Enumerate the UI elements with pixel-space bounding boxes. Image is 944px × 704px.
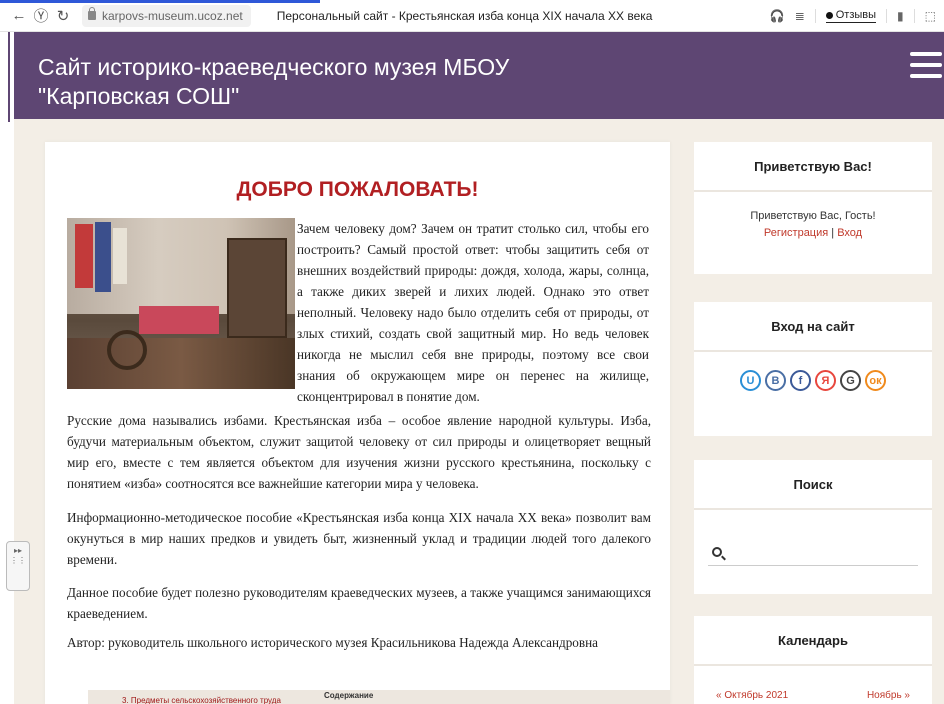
reload-icon[interactable]: ↻ bbox=[52, 7, 74, 25]
search-block: Поиск bbox=[694, 460, 932, 594]
lock-icon bbox=[88, 7, 96, 20]
bookmark-icon[interactable]: ▮ bbox=[897, 9, 904, 23]
left-edge bbox=[0, 32, 14, 704]
back-icon[interactable]: ← bbox=[8, 7, 30, 24]
address-bar[interactable]: karpovs-museum.ucoz.net bbox=[82, 4, 251, 27]
tab-title: Персональный сайт - Крестьянская изба ко… bbox=[276, 8, 653, 23]
odnoklassniki-icon[interactable]: ок bbox=[865, 370, 886, 391]
greeting-title: Приветствую Вас! bbox=[694, 142, 932, 192]
login-link[interactable]: Вход bbox=[837, 227, 862, 239]
link-divider: | bbox=[831, 227, 835, 239]
ucoz-icon[interactable]: U bbox=[740, 370, 761, 391]
reviews-label: Отзывы bbox=[835, 9, 877, 21]
headphones-icon[interactable]: 🎧 bbox=[770, 9, 785, 23]
search-icon[interactable] bbox=[712, 546, 722, 557]
extensions-icon[interactable]: ⬚ bbox=[925, 9, 936, 23]
calendar-prev[interactable]: « Октябрь 2021 bbox=[716, 690, 788, 701]
paragraph-author: Автор: руководитель школьного историческ… bbox=[67, 635, 599, 650]
reviews-icon bbox=[825, 12, 833, 19]
intro-paragraph: Зачем человеку дом? Зачем он тратит стол… bbox=[297, 221, 649, 404]
yandex-login-icon[interactable]: Я bbox=[815, 370, 836, 391]
facebook-icon[interactable]: f bbox=[790, 370, 811, 391]
google-icon[interactable]: G bbox=[840, 370, 861, 391]
contents-overlay: Содержание 3. Предметы сельскохозяйствен… bbox=[88, 690, 670, 704]
paragraph-audience: Данное пособие будет полезно руководител… bbox=[67, 585, 651, 621]
greeting-block: Приветствую Вас! Приветствую Вас, Гость!… bbox=[694, 142, 932, 274]
site-title[interactable]: Сайт историко-краеведческого музея МБОУ … bbox=[38, 53, 598, 111]
museum-photo bbox=[67, 218, 295, 389]
reviews-button[interactable]: Отзывы bbox=[825, 9, 877, 23]
social-login-icons: U В f Я G ок bbox=[694, 370, 932, 391]
vk-icon[interactable]: В bbox=[765, 370, 786, 391]
contents-item[interactable]: 3. Предметы сельскохозяйственного труда bbox=[122, 696, 281, 704]
paragraph-manual: Информационно-методическое пособие «Крес… bbox=[67, 510, 651, 567]
welcome-heading: ДОБРО ПОЖАЛОВАТЬ! bbox=[236, 178, 479, 201]
url-text: karpovs-museum.ucoz.net bbox=[102, 8, 243, 23]
greeting-text: Приветствую Вас, Гость! bbox=[750, 210, 876, 222]
side-panel-toggle[interactable]: ▸▸ ⋮⋮ bbox=[6, 541, 30, 591]
yandex-icon[interactable]: Ⓨ bbox=[30, 5, 52, 26]
register-link[interactable]: Регистрация bbox=[764, 227, 828, 239]
reader-icon[interactable]: ≣ bbox=[795, 9, 805, 23]
calendar-block: Календарь « Октябрь 2021 Ноябрь » bbox=[694, 616, 932, 704]
search-title: Поиск bbox=[694, 460, 932, 510]
menu-icon[interactable] bbox=[910, 52, 942, 78]
site-header: Сайт историко-краеведческого музея МБОУ … bbox=[14, 32, 944, 119]
search-input[interactable] bbox=[732, 544, 918, 559]
calendar-next[interactable]: Ноябрь » bbox=[867, 690, 910, 701]
calendar-title: Календарь bbox=[694, 616, 932, 666]
browser-toolbar: ← Ⓨ ↻ karpovs-museum.ucoz.net Персональн… bbox=[0, 0, 944, 32]
paragraph-izba: Русские дома назывались избами. Крестьян… bbox=[67, 413, 651, 491]
login-title: Вход на сайт bbox=[694, 302, 932, 352]
loading-progress bbox=[0, 0, 320, 3]
login-block: Вход на сайт U В f Я G ок bbox=[694, 302, 932, 436]
contents-heading: Содержание bbox=[324, 691, 374, 700]
main-content: ДОБРО ПОЖАЛОВАТЬ! Зачем человеку дом? За… bbox=[45, 142, 670, 704]
